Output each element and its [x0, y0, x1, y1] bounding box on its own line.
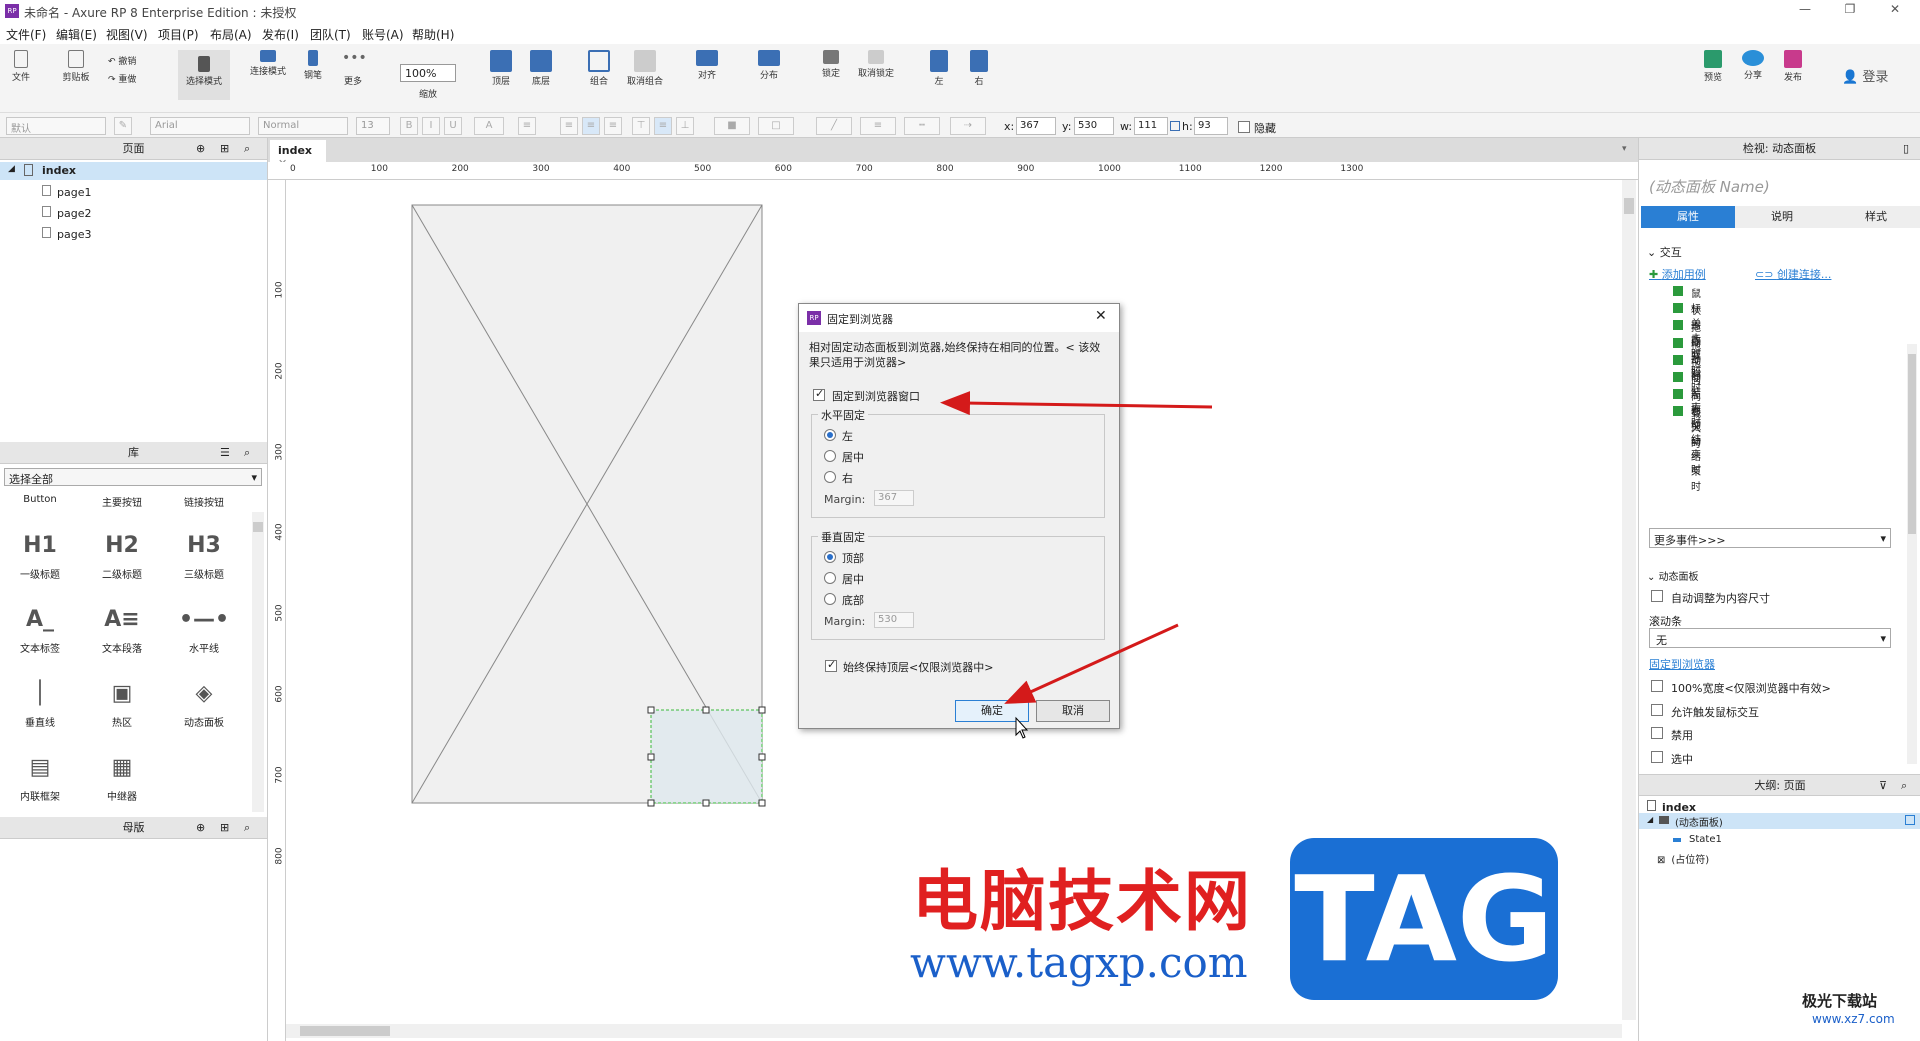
- watermark-corner-url: www.xz7.com: [1812, 1012, 1895, 1026]
- mouse-cursor-icon: [1015, 716, 1029, 739]
- watermark-site-name: 电脑技术网: [912, 863, 1252, 940]
- watermark-tag-logo: TAG: [1290, 838, 1558, 1000]
- annotation-arrow: [940, 391, 1213, 416]
- watermark-url: www.tagxp.com: [910, 938, 1248, 987]
- annotation-arrow: [1004, 623, 1179, 704]
- watermark-corner-name: 极光下载站: [1802, 992, 1878, 1010]
